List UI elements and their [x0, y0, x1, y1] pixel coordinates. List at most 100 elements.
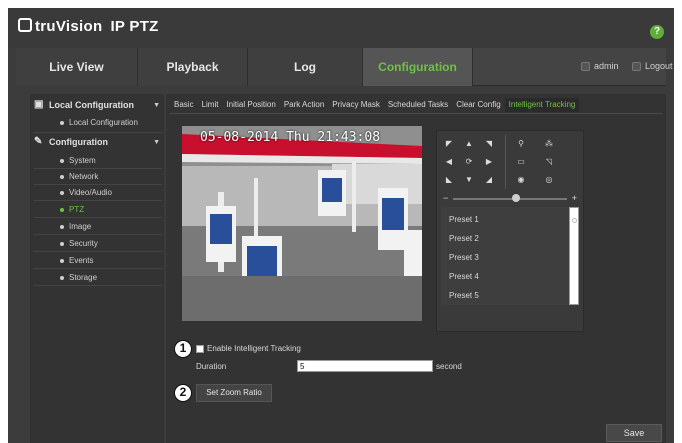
- sidebar-divider: [34, 184, 162, 185]
- sidebar-item-system[interactable]: System: [60, 156, 160, 165]
- subtab-initial-position[interactable]: Initial Position: [222, 98, 279, 112]
- subtab-park-action[interactable]: Park Action: [280, 98, 328, 112]
- speed-slider-track[interactable]: [453, 198, 567, 200]
- sidebar-group-configuration[interactable]: ✎ Configuration ▼: [34, 136, 162, 148]
- app-window: truVision IP PTZ ? Live View Playback Lo…: [8, 8, 674, 443]
- auto-pan-icon[interactable]: ⟳: [461, 155, 477, 169]
- bullet-icon: [60, 224, 64, 229]
- subtab-clear-config[interactable]: Clear Config: [452, 98, 504, 112]
- sidebar-divider: [34, 268, 162, 269]
- focus-near-icon[interactable]: ▭: [513, 155, 529, 169]
- sidebar-item-video-audio[interactable]: Video/Audio: [60, 188, 160, 197]
- save-button[interactable]: Save: [606, 424, 662, 442]
- ptz-control-panel: ◤ ▲ ◥ ◀ ⟳ ▶ ◣ ▼ ◢ ⚲ ⁂ ▭ ◹ ◉ ◎ − + Preset…: [436, 130, 584, 332]
- enable-tracking-checkbox[interactable]: [196, 344, 204, 353]
- preset-scrollbar[interactable]: [569, 207, 579, 305]
- sidebar-item-label: Security: [69, 239, 98, 248]
- pan-down-icon[interactable]: ▼: [461, 173, 477, 187]
- user-menu[interactable]: admin: [581, 61, 619, 71]
- sidebar-item-security[interactable]: Security: [60, 239, 160, 248]
- sidebar-item-label: Video/Audio: [69, 188, 112, 197]
- osd-day: Thu: [286, 130, 310, 145]
- sidebar-item-label: Storage: [69, 273, 98, 282]
- sidebar-divider: [34, 285, 162, 286]
- header: truVision IP PTZ ?: [8, 8, 674, 48]
- preset-item[interactable]: Preset 5: [449, 291, 479, 300]
- sidebar-item-network[interactable]: Network: [60, 172, 160, 181]
- pan-down-right-icon[interactable]: ◢: [481, 173, 497, 187]
- iris-open-icon[interactable]: ◉: [513, 173, 529, 187]
- ptz-divider: [505, 135, 506, 189]
- content-panel: Basic Limit Initial Position Park Action…: [166, 94, 666, 443]
- sidebar-item-events[interactable]: Events: [60, 256, 160, 265]
- preset-item[interactable]: Preset 1: [449, 215, 479, 224]
- pan-right-icon[interactable]: ▶: [481, 155, 497, 169]
- preset-item[interactable]: Preset 3: [449, 253, 479, 262]
- enable-tracking-label: Enable Intelligent Tracking: [207, 344, 301, 353]
- preset-list: Preset 1 Preset 2 Preset 3 Preset 4 Pres…: [441, 207, 569, 305]
- preset-item[interactable]: Preset 2: [449, 234, 479, 243]
- pan-up-right-icon[interactable]: ◥: [481, 137, 497, 151]
- pan-up-icon[interactable]: ▲: [461, 137, 477, 151]
- sidebar-item-label: Image: [69, 222, 92, 231]
- subtab-privacy-mask[interactable]: Privacy Mask: [328, 98, 384, 112]
- sidebar-divider: [34, 234, 162, 235]
- pan-down-left-icon[interactable]: ◣: [441, 173, 457, 187]
- tab-configuration[interactable]: Configuration: [363, 48, 473, 86]
- focus-far-icon[interactable]: ◹: [541, 155, 557, 169]
- speed-slider-handle[interactable]: [511, 194, 520, 202]
- sidebar: ▣ Local Configuration ▼ Local Configurat…: [30, 94, 164, 443]
- tab-playback[interactable]: Playback: [138, 48, 248, 86]
- sidebar-divider: [34, 132, 162, 133]
- logo-brand: truVision: [35, 18, 103, 35]
- logout-button[interactable]: Logout: [632, 61, 673, 71]
- iris-close-icon[interactable]: ◎: [541, 173, 557, 187]
- logout-label: Logout: [645, 61, 673, 71]
- logo-model: IP PTZ: [110, 18, 159, 35]
- user-icon: [581, 61, 590, 71]
- subtab-intelligent-tracking[interactable]: Intelligent Tracking: [504, 98, 580, 112]
- preset-item[interactable]: Preset 4: [449, 272, 479, 281]
- speed-decrease-button[interactable]: −: [443, 193, 448, 203]
- subtab-scheduled-tasks[interactable]: Scheduled Tasks: [384, 98, 452, 112]
- wrench-icon: ✎: [34, 136, 43, 147]
- bullet-icon: [60, 158, 64, 163]
- sidebar-group-local[interactable]: ▣ Local Configuration ▼: [34, 99, 162, 111]
- callout-marker-2: 2: [174, 384, 192, 402]
- bullet-icon: [60, 207, 64, 212]
- sidebar-item-label: PTZ: [69, 205, 85, 214]
- sidebar-item-image[interactable]: Image: [60, 222, 160, 231]
- main-nav: Live View Playback Log Configuration adm…: [16, 48, 673, 86]
- subtab-basic[interactable]: Basic: [170, 98, 198, 112]
- logout-icon: [632, 61, 641, 71]
- sidebar-divider: [34, 200, 162, 201]
- enable-tracking-row: Enable Intelligent Tracking: [196, 344, 301, 353]
- logo: truVision IP PTZ: [18, 17, 159, 35]
- monitor-icon: ▣: [34, 99, 44, 110]
- sidebar-item-local-configuration[interactable]: Local Configuration: [60, 118, 160, 127]
- video-timestamp-overlay: 05-08-2014 Thu 21:43:08: [200, 130, 380, 145]
- zoom-in-icon[interactable]: ⚲: [513, 137, 529, 151]
- help-icon[interactable]: ?: [650, 25, 664, 39]
- duration-input[interactable]: [297, 360, 433, 372]
- chevron-down-icon: ▼: [153, 101, 160, 109]
- sidebar-item-label: Events: [69, 256, 94, 265]
- speed-increase-button[interactable]: +: [572, 193, 577, 203]
- set-zoom-ratio-button[interactable]: Set Zoom Ratio: [196, 384, 272, 402]
- osd-date: 05-08-2014: [200, 130, 279, 145]
- tab-live-view[interactable]: Live View: [16, 48, 138, 86]
- camera-scene: [182, 126, 422, 321]
- subtab-limit[interactable]: Limit: [198, 98, 223, 112]
- sidebar-item-storage[interactable]: Storage: [60, 273, 160, 282]
- zoom-out-icon[interactable]: ⁂: [541, 137, 557, 151]
- bullet-icon: [60, 275, 64, 280]
- pan-left-icon[interactable]: ◀: [441, 155, 457, 169]
- bullet-icon: [60, 241, 64, 246]
- sidebar-item-label: System: [69, 156, 96, 165]
- pan-up-left-icon[interactable]: ◤: [441, 137, 457, 151]
- live-video-view[interactable]: 05-08-2014 Thu 21:43:08: [182, 126, 422, 321]
- scroll-thumb-icon[interactable]: [572, 218, 577, 223]
- user-name: admin: [594, 61, 619, 71]
- sidebar-item-ptz[interactable]: PTZ: [60, 205, 160, 214]
- tab-log[interactable]: Log: [248, 48, 363, 86]
